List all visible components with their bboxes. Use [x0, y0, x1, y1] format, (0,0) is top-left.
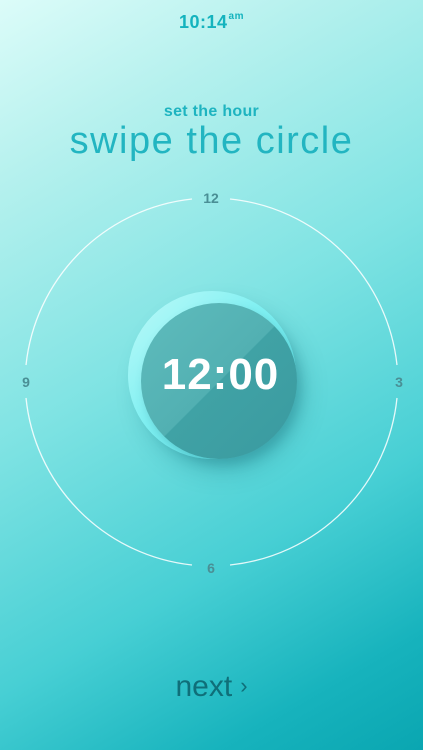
dial-tick-9: 9 — [22, 374, 30, 390]
next-button[interactable]: next › — [0, 670, 423, 704]
chevron-right-icon: › — [240, 673, 248, 698]
dial-tick-3: 3 — [395, 374, 403, 390]
next-button-label: next — [175, 670, 233, 703]
dial-tick-12: 12 — [203, 190, 219, 206]
dial-tick-6: 6 — [207, 560, 215, 576]
selected-time-display: 12:00 — [161, 350, 280, 399]
